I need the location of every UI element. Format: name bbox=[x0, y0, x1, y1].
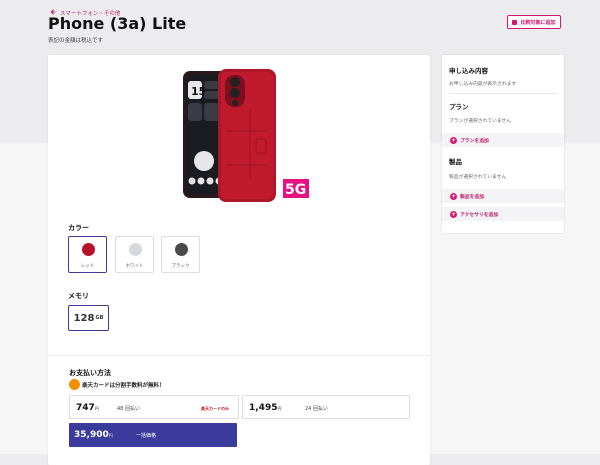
color-name: レッド bbox=[80, 264, 95, 269]
installment-label: 24 回払い bbox=[305, 406, 328, 412]
application-title: 申し込み内容 bbox=[449, 67, 488, 75]
plus-icon: + bbox=[450, 210, 457, 218]
payment-option-48[interactable]: 747円 48 回払い 楽天カードのみ bbox=[69, 395, 239, 419]
plus-icon: + bbox=[450, 192, 457, 200]
summary-divider bbox=[449, 93, 557, 94]
price-yen: 円 bbox=[277, 406, 282, 411]
red-swatch-dot bbox=[82, 243, 95, 256]
price-value: 35,900 bbox=[74, 430, 109, 440]
plus-icon: + bbox=[450, 136, 457, 144]
memory-option-128gb[interactable]: 128 GB bbox=[68, 305, 109, 331]
color-label: カラー bbox=[68, 224, 89, 232]
add-product-label: 製品を追加 bbox=[460, 194, 484, 200]
page-title: Phone (3a) Lite bbox=[48, 14, 187, 33]
product-empty-text: 製品が選択されていません bbox=[449, 175, 507, 180]
section-divider bbox=[48, 355, 430, 356]
compare-icon bbox=[512, 19, 518, 25]
color-name: ホワイト bbox=[125, 264, 144, 269]
price-value: 747 bbox=[76, 403, 95, 413]
lump-sum-label: 一括価格 bbox=[136, 433, 157, 439]
product-image: 15 5G bbox=[183, 69, 309, 202]
add-to-compare-button[interactable]: 比較対象に追加 bbox=[507, 15, 561, 29]
price-yen: 円 bbox=[108, 433, 113, 438]
add-plan-label: プランを追加 bbox=[460, 138, 489, 144]
rakuten-only-tag: 楽天カードのみ bbox=[201, 406, 229, 411]
application-empty-text: お申し込み内容が表示されます bbox=[449, 82, 517, 87]
black-swatch-dot bbox=[175, 243, 188, 256]
rakuten-card-note: 楽天カードは分割手数料が無料！ bbox=[69, 379, 165, 390]
compare-button-label: 比較対象に追加 bbox=[520, 19, 556, 26]
color-option-red[interactable]: レッド bbox=[68, 236, 107, 273]
plan-title: プラン bbox=[449, 103, 469, 111]
memory-value: 128 bbox=[73, 312, 95, 324]
payment-option-24[interactable]: 1,495円 24 回払い bbox=[242, 395, 410, 419]
memory-unit: GB bbox=[95, 315, 104, 321]
add-product-button[interactable]: + 製品を追加 bbox=[442, 189, 564, 203]
white-swatch-dot bbox=[129, 243, 142, 256]
color-name: ブラック bbox=[171, 264, 190, 269]
price-yen: 円 bbox=[94, 406, 99, 411]
product-title: 製品 bbox=[449, 158, 462, 166]
add-accessory-label: アクセサリを追加 bbox=[460, 212, 499, 218]
plan-empty-text: プランが選択されていません bbox=[449, 119, 512, 124]
rakuten-card-icon bbox=[69, 379, 80, 390]
5g-badge: 5G bbox=[285, 182, 306, 198]
order-summary-panel: 申し込み内容 お申し込み内容が表示されます プラン プランが選択されていません … bbox=[442, 55, 564, 233]
card-note-text: 楽天カードは分割手数料が無料！ bbox=[82, 382, 165, 389]
tax-note: 表記の金額は税込です bbox=[48, 38, 104, 44]
payment-option-lump-sum[interactable]: 35,900円 一括価格 bbox=[69, 423, 237, 447]
memory-label: メモリ bbox=[68, 292, 89, 300]
add-accessory-button[interactable]: + アクセサリを追加 bbox=[442, 207, 564, 221]
payment-method-label: お支払い方法 bbox=[69, 369, 111, 377]
installment-label: 48 回払い bbox=[117, 406, 140, 412]
product-card: 15 5G カラー レッド ホワイト ブラック メモリ 128 GB お支払い方… bbox=[48, 55, 430, 465]
add-plan-button[interactable]: + プランを追加 bbox=[442, 133, 564, 147]
color-option-white[interactable]: ホワイト bbox=[115, 236, 154, 273]
price-value: 1,495 bbox=[249, 403, 278, 413]
color-option-black[interactable]: ブラック bbox=[161, 236, 200, 273]
